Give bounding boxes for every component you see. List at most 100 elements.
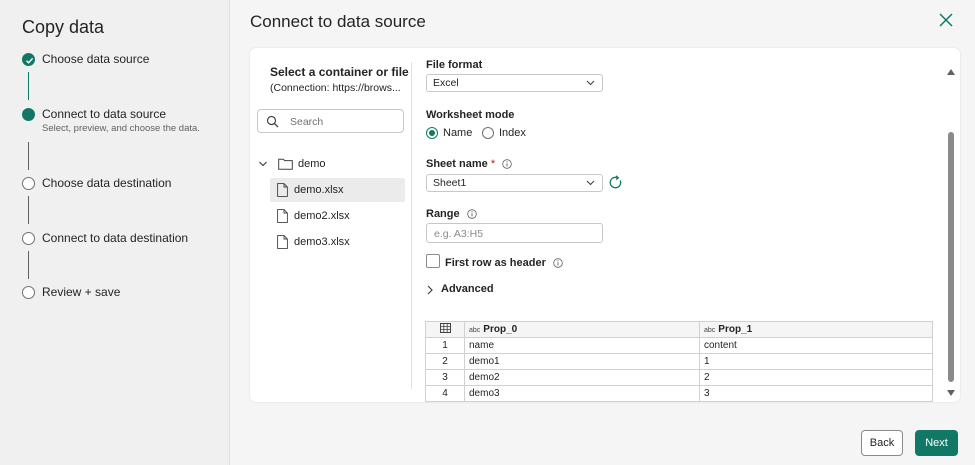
first-row-header-text: First row as header [445,257,546,269]
column-header[interactable]: abc Prop_1 [699,321,933,338]
table-cell: content [699,337,933,354]
scrollbar-thumb[interactable] [948,132,954,382]
file-format-select[interactable]: Excel [426,74,603,92]
table-row: 4 demo3 3 [425,385,933,402]
table-grid-icon [439,323,451,333]
radio-label: Name [443,127,473,139]
table-cell: demo1 [464,353,700,370]
column-header[interactable]: abc Prop_0 [464,321,700,338]
step-label: Connect to data destination [42,231,189,245]
step-label: Choose data destination [42,176,172,190]
radio-index[interactable]: Index [482,127,526,139]
step-description: Select, preview, and choose the data. [42,123,200,134]
pending-step-icon [22,232,35,245]
content-card: Select a container or file (Connection: … [250,48,960,402]
file-icon [277,183,288,197]
info-icon[interactable] [553,258,563,268]
range-field[interactable] [426,223,603,243]
dialog-title: Connect to data source [250,12,426,31]
check-circle-icon [22,53,35,66]
step-connector [28,72,29,100]
text-type-icon: abc [469,327,481,334]
table-cell: 2 [699,369,933,386]
search-icon [266,115,279,128]
step-connector [28,251,29,279]
search-box[interactable] [257,109,404,133]
file-item[interactable]: demo.xlsx [270,178,405,202]
main-panel: Connect to data source Select a containe… [229,0,975,465]
close-icon[interactable] [937,11,955,29]
table-cell: name [464,337,700,354]
table-cell: demo2 [464,369,700,386]
file-icon [277,209,288,223]
sheet-name-text: Sheet name [426,158,488,170]
table-cell: 1 [699,353,933,370]
chevron-right-icon [427,285,433,295]
range-label: Range [426,208,477,220]
file-label: demo3.xlsx [294,236,350,248]
first-row-header-checkbox[interactable] [426,254,440,268]
preview-table: abc Prop_0 abc Prop_1 1 name content 2 dem… [425,321,933,402]
radio-label: Index [499,127,526,139]
radio-name[interactable]: Name [426,127,472,139]
advanced-label: Advanced [441,283,494,295]
chevron-down-icon [586,180,595,186]
file-label: demo2.xlsx [294,210,350,222]
file-label: demo.xlsx [294,184,344,196]
step-connector [28,142,29,170]
file-format-label: File format [426,59,483,71]
file-item[interactable]: demo2.xlsx [270,204,405,228]
info-icon[interactable] [502,159,512,169]
step-label: Choose data source [42,52,150,66]
row-index: 1 [425,337,465,354]
sheet-name-value: Sheet1 [433,177,467,189]
row-index: 2 [425,353,465,370]
table-cell: demo3 [464,385,700,402]
refresh-icon[interactable] [608,175,623,190]
column-divider [411,62,412,389]
next-button[interactable]: Next [915,430,958,456]
search-input[interactable] [288,113,402,131]
column-header-label: Prop_0 [483,324,518,335]
step-label: Review + save [42,285,121,299]
sheet-name-select[interactable]: Sheet1 [426,174,603,192]
required-marker: * [490,158,496,170]
range-input[interactable] [432,226,596,242]
scroll-up-icon[interactable] [947,69,955,75]
folder-label: demo [298,158,326,170]
step-connector [28,196,29,224]
table-row: 3 demo2 2 [425,369,933,386]
first-row-header-label: First row as header [445,257,563,269]
file-format-value: Excel [433,77,459,89]
worksheet-mode-label: Worksheet mode [426,109,515,121]
text-type-icon: abc [704,327,716,334]
radio-unselected-icon [482,127,494,139]
file-icon [277,235,288,249]
pending-step-icon [22,286,35,299]
info-icon[interactable] [466,209,477,219]
chevron-down-icon [586,80,595,86]
wizard-pane: Copy data Choose data source Connect to … [0,0,229,465]
pending-step-icon [22,177,35,190]
table-corner-cell [425,321,465,338]
chevron-down-icon[interactable] [258,159,268,169]
step-label: Connect to data source [42,107,167,121]
back-button[interactable]: Back [861,430,903,456]
table-row: 1 name content [425,337,933,354]
wizard-title: Copy data [22,17,105,37]
table-header-row: abc Prop_0 abc Prop_1 [425,321,933,338]
file-item[interactable]: demo3.xlsx [270,230,405,254]
row-index: 4 [425,385,465,402]
folder-icon [278,158,293,170]
row-index: 3 [425,369,465,386]
range-text: Range [426,208,460,220]
scroll-down-icon[interactable] [947,390,955,396]
radio-selected-icon [426,127,438,139]
table-cell: 3 [699,385,933,402]
table-row: 2 demo1 1 [425,353,933,370]
connection-label: (Connection: https://brows... [270,82,401,94]
column-header-label: Prop_1 [718,324,753,335]
browser-title: Select a container or file [270,65,409,79]
sheet-name-label: Sheet name * [426,158,512,170]
current-step-icon [22,108,35,121]
